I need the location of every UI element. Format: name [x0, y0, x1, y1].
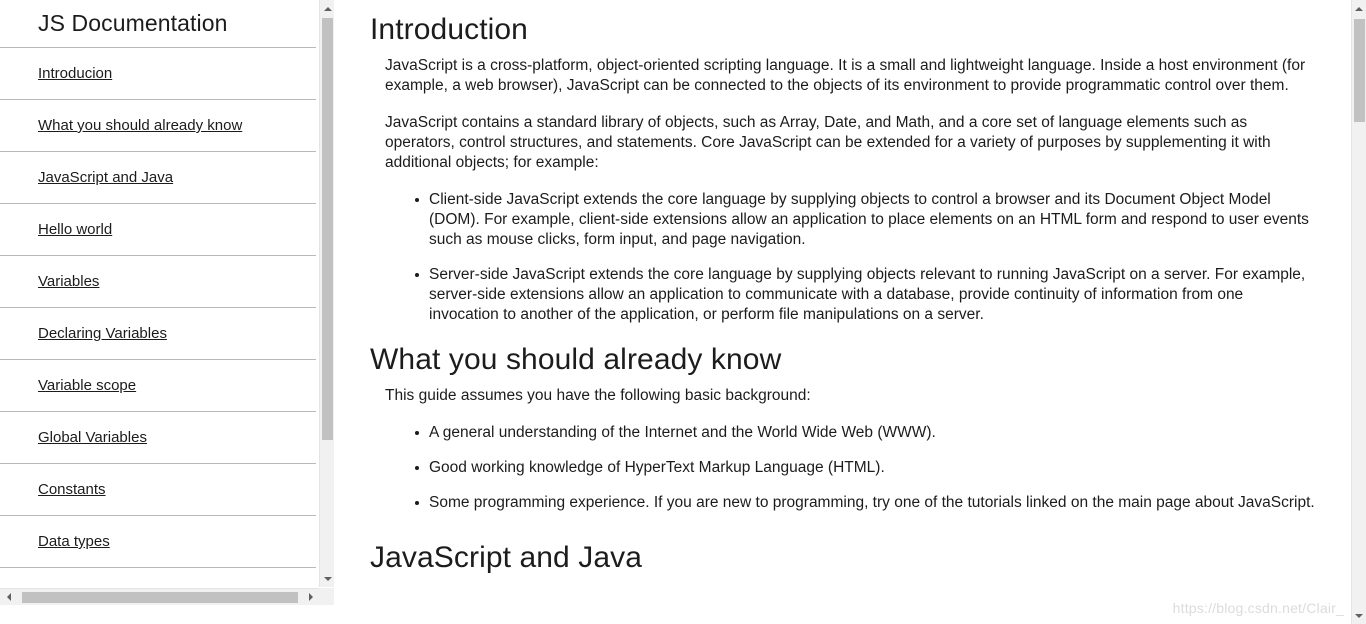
main-content-pane: Introduction JavaScript is a cross-platf… — [334, 0, 1351, 624]
bullet-dot-icon — [415, 198, 419, 202]
list-item-text: Client-side JavaScript extends the core … — [429, 191, 1309, 248]
triangle-up-icon — [1355, 6, 1363, 11]
sidebar-item-variable-scope[interactable]: Variable scope — [0, 360, 316, 412]
sidebar-item-javascript-and-java[interactable]: JavaScript and Java — [0, 152, 316, 204]
sidebar-item-constants[interactable]: Constants — [0, 464, 316, 516]
page-scroll-down-arrow-icon[interactable] — [1352, 607, 1366, 624]
bullet-dot-icon — [415, 466, 419, 470]
sidebar-item-variables[interactable]: Variables — [0, 256, 316, 308]
section-heading-what-you-should-already-know: What you should already know — [370, 343, 782, 376]
list-item: Good working knowledge of HyperText Mark… — [415, 458, 1316, 478]
sidebar-scrollbar-corner — [319, 588, 334, 605]
scroll-right-arrow-icon[interactable] — [302, 589, 319, 605]
prereq-bullet-list: A general understanding of the Internet … — [334, 423, 1334, 513]
triangle-right-icon — [308, 593, 313, 601]
list-item-text: Good working knowledge of HyperText Mark… — [429, 459, 885, 476]
sidebar-item-declaring-variables[interactable]: Declaring Variables — [0, 308, 316, 360]
bullet-dot-icon — [415, 501, 419, 505]
list-item-text: A general understanding of the Internet … — [429, 424, 936, 441]
page-vertical-scrollbar-thumb[interactable] — [1354, 19, 1365, 122]
page-scroll-up-arrow-icon[interactable] — [1352, 0, 1366, 17]
intro-paragraph-2: JavaScript contains a standard library o… — [385, 114, 1271, 171]
triangle-down-icon — [323, 576, 332, 581]
scroll-down-arrow-icon[interactable] — [320, 570, 334, 587]
intro-paragraph-1: JavaScript is a cross-platform, object-o… — [385, 57, 1306, 94]
sidebar-item-data-types[interactable]: Data types — [0, 516, 316, 568]
triangle-left-icon — [6, 593, 11, 601]
documentation-article: Introduction JavaScript is a cross-platf… — [334, 0, 1334, 584]
documentation-page: JS Documentation Introducion What you sh… — [0, 0, 1366, 624]
sidebar-scroll-viewport: JS Documentation Introducion What you sh… — [0, 0, 318, 587]
section-heading-javascript-and-java: JavaScript and Java — [370, 541, 643, 574]
intro-bullet-list: Client-side JavaScript extends the core … — [334, 190, 1334, 325]
list-item: A general understanding of the Internet … — [415, 423, 1316, 443]
sidebar: JS Documentation Introducion What you sh… — [0, 0, 334, 624]
list-item-text: Server-side JavaScript extends the core … — [429, 266, 1306, 323]
bullet-dot-icon — [415, 273, 419, 277]
sidebar-item-what-you-should-already-know[interactable]: What you should already know — [0, 100, 316, 152]
list-item: Some programming experience. If you are … — [415, 493, 1316, 513]
page-vertical-scrollbar[interactable] — [1351, 0, 1366, 624]
sidebar-horizontal-scrollbar-thumb[interactable] — [22, 592, 298, 603]
sidebar-item-global-variables[interactable]: Global Variables — [0, 412, 316, 464]
sidebar-vertical-scrollbar[interactable] — [319, 0, 334, 587]
bullet-dot-icon — [415, 431, 419, 435]
triangle-down-icon — [1355, 613, 1363, 618]
scroll-left-arrow-icon[interactable] — [0, 589, 17, 605]
list-item-text: Some programming experience. If you are … — [429, 494, 1315, 511]
sidebar-nav-list: JS Documentation Introducion What you sh… — [0, 0, 318, 568]
scroll-up-arrow-icon[interactable] — [320, 0, 334, 17]
sidebar-item-hello-world[interactable]: Hello world — [0, 204, 316, 256]
triangle-up-icon — [323, 6, 332, 11]
sidebar-horizontal-scrollbar[interactable] — [0, 588, 334, 605]
section-heading-introduction: Introduction — [370, 13, 528, 46]
list-item: Server-side JavaScript extends the core … — [415, 265, 1316, 325]
sidebar-title: JS Documentation — [0, 0, 316, 48]
list-item: Client-side JavaScript extends the core … — [415, 190, 1316, 250]
sidebar-item-introducion[interactable]: Introducion — [0, 48, 316, 100]
sidebar-vertical-scrollbar-thumb[interactable] — [322, 18, 333, 440]
prereq-paragraph: This guide assumes you have the followin… — [385, 387, 811, 404]
